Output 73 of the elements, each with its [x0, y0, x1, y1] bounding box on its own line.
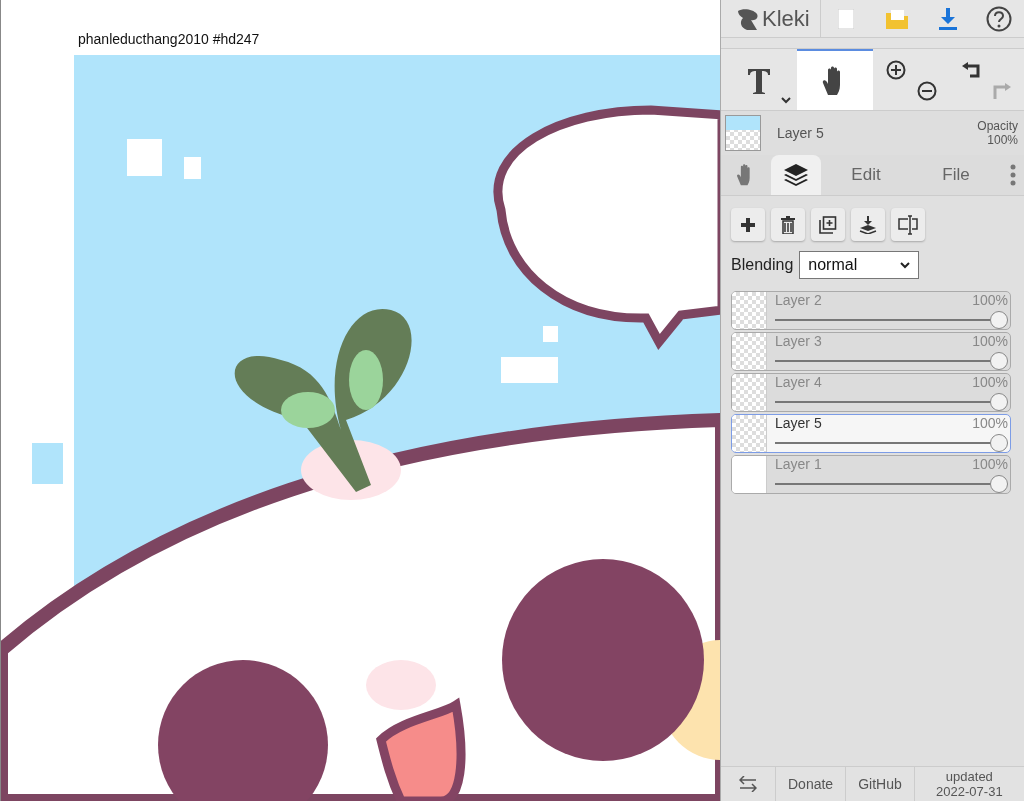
help-icon [985, 5, 1012, 32]
blending-dropdown[interactable]: normal [799, 251, 920, 279]
delete-layer-button[interactable] [771, 208, 805, 241]
layer-name: Layer 4 [775, 374, 822, 392]
slider-handle[interactable] [990, 475, 1008, 493]
zoom-in-icon [886, 60, 906, 80]
slider-handle[interactable] [990, 434, 1008, 452]
plus-icon [741, 217, 755, 232]
add-layer-button[interactable] [731, 208, 765, 241]
canvas-area[interactable]: phanleducthang2010 #hd247 [0, 0, 720, 801]
opacity-slider[interactable] [775, 393, 1008, 411]
layers-tab[interactable] [771, 155, 821, 195]
panel-tab[interactable]: Edit [821, 155, 911, 195]
opacity-slider[interactable] [775, 352, 1008, 370]
current-layer-name: Layer 5 [777, 125, 825, 141]
duplicate-icon [819, 215, 837, 234]
layer-thumbnail [725, 115, 761, 151]
layer-opacity: 100% [972, 415, 1008, 433]
zoom-in-button[interactable] [884, 58, 908, 82]
layer-item[interactable]: Layer 5 100% [731, 414, 1011, 453]
rename-layer-button[interactable] [891, 208, 925, 241]
folder-icon [885, 8, 908, 29]
layers-icon [783, 163, 809, 187]
zoom-out-icon [917, 81, 937, 101]
merge-down-icon [859, 215, 877, 234]
layer-item[interactable]: Layer 3 100% [731, 332, 1011, 371]
slider-handle[interactable] [990, 352, 1008, 370]
layer-thumbnail [732, 415, 767, 452]
app-logo: Kleki [762, 5, 810, 32]
duplicate-layer-button[interactable] [811, 208, 845, 241]
caret-icon [900, 261, 911, 269]
opacity-label: Opacity [977, 119, 1018, 133]
layer-item[interactable]: Layer 2 100% [731, 291, 1011, 330]
layer-opacity: 100% [972, 456, 1008, 474]
text-tool-icon [746, 66, 772, 95]
rename-icon [898, 214, 918, 235]
trash-icon [781, 215, 795, 234]
merge-down-button[interactable] [851, 208, 885, 241]
canvas-caption: phanleducthang2010 #hd247 [78, 31, 260, 47]
opacity-slider[interactable] [775, 434, 1008, 452]
layer-opacity: 100% [972, 374, 1008, 392]
layer-thumbnail [732, 456, 767, 493]
layer-thumbnail [732, 374, 767, 411]
swap-arrows-icon [739, 776, 757, 792]
layer-item[interactable]: Layer 4 100% [731, 373, 1011, 412]
layer-name: Layer 3 [775, 333, 822, 351]
hand-tool-button[interactable] [797, 49, 873, 110]
panel-tab[interactable]: File [911, 155, 1001, 195]
updated-date: 2022-07-31 [936, 784, 1003, 799]
layer-name: Layer 1 [775, 456, 822, 474]
opacity-slider[interactable] [775, 311, 1008, 329]
layer-opacity: 100% [972, 333, 1008, 351]
updated-label: updated [945, 769, 993, 784]
layer-item[interactable]: Layer 1 100% [731, 455, 1011, 494]
slider-handle[interactable] [990, 393, 1008, 411]
slider-handle[interactable] [990, 311, 1008, 329]
github-link[interactable]: GitHub [846, 767, 915, 801]
layer-name: Layer 2 [775, 292, 822, 310]
more-icon [1009, 164, 1016, 186]
blending-label: Blending [731, 256, 794, 274]
opacity-slider[interactable] [775, 475, 1008, 493]
layer-name: Layer 5 [775, 415, 822, 433]
redo-icon [992, 81, 1012, 101]
undo-icon [961, 60, 981, 80]
layer-opacity: 100% [972, 292, 1008, 310]
donate-link[interactable]: Donate [776, 767, 847, 801]
zoom-out-button[interactable] [915, 79, 939, 103]
download-icon [937, 7, 958, 30]
layer-thumbnail [732, 333, 767, 370]
caret-icon [781, 97, 791, 104]
opacity-value: 100% [987, 133, 1018, 147]
blank-page-icon [838, 8, 855, 29]
layer-thumbnail [732, 292, 767, 329]
